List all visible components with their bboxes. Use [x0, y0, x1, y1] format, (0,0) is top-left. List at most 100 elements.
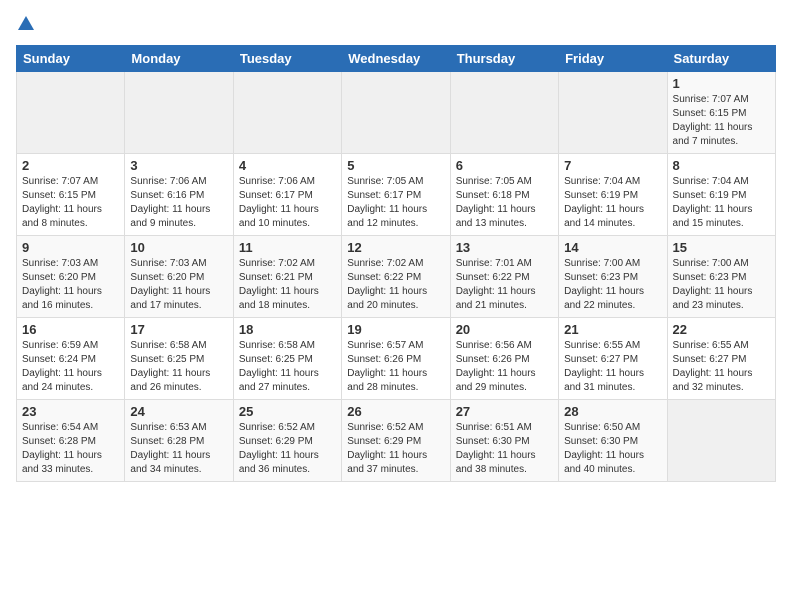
- calendar-cell: 8 Sunrise: 7:04 AM Sunset: 6:19 PM Daylig…: [667, 154, 775, 236]
- calendar-cell: [233, 72, 341, 154]
- day-number: 28: [564, 404, 661, 419]
- day-number: 13: [456, 240, 553, 255]
- calendar-cell: 6Sunrise: 7:05 AM Sunset: 6:18 PM Daylig…: [450, 154, 558, 236]
- day-info: Sunrise: 7:04 AM Sunset: 6:19 PM Dayligh…: [673, 175, 770, 231]
- day-number: 24: [130, 404, 227, 419]
- day-number: 3: [130, 158, 227, 173]
- day-info: Sunrise: 6:55 AM Sunset: 6:27 PM Dayligh…: [673, 339, 770, 395]
- day-number: 11: [239, 240, 336, 255]
- day-number: 6: [456, 158, 553, 173]
- calendar-cell: 13 Sunrise: 7:01 AM Sunset: 6:22 PM Dayli…: [450, 236, 558, 318]
- day-info: Sunrise: 6:56 AM Sunset: 6:26 PM Dayligh…: [456, 339, 553, 395]
- weekday-header-thursday: Thursday: [450, 46, 558, 72]
- weekday-header-sunday: Sunday: [17, 46, 125, 72]
- day-number: 1: [673, 76, 770, 91]
- calendar-week-row: 2 Sunrise: 7:07 AM Sunset: 6:15 PM Daylig…: [17, 154, 776, 236]
- day-info: Sunrise: 7:00 AM Sunset: 6:23 PM Dayligh…: [564, 257, 661, 313]
- day-number: 16: [22, 322, 119, 337]
- day-number: 14: [564, 240, 661, 255]
- day-info: Sunrise: 7:06 AM Sunset: 6:17 PM Dayligh…: [239, 175, 336, 231]
- calendar-table: SundayMondayTuesdayWednesdayThursdayFrid…: [16, 45, 776, 482]
- calendar-cell: 21 Sunrise: 6:55 AM Sunset: 6:27 PM Dayli…: [559, 318, 667, 400]
- weekday-header-monday: Monday: [125, 46, 233, 72]
- day-number: 27: [456, 404, 553, 419]
- calendar-cell: 28 Sunrise: 6:50 AM Sunset: 6:30 PM Dayli…: [559, 400, 667, 482]
- day-info: Sunrise: 7:03 AM Sunset: 6:20 PM Dayligh…: [22, 257, 119, 313]
- day-info: Sunrise: 7:00 AM Sunset: 6:23 PM Dayligh…: [673, 257, 770, 313]
- day-info: Sunrise: 7:03 AM Sunset: 6:20 PM Dayligh…: [130, 257, 227, 313]
- calendar-cell: 20 Sunrise: 6:56 AM Sunset: 6:26 PM Dayli…: [450, 318, 558, 400]
- calendar-cell: 11 Sunrise: 7:02 AM Sunset: 6:21 PM Dayli…: [233, 236, 341, 318]
- calendar-cell: 14 Sunrise: 7:00 AM Sunset: 6:23 PM Dayli…: [559, 236, 667, 318]
- day-info: Sunrise: 6:52 AM Sunset: 6:29 PM Dayligh…: [347, 421, 444, 477]
- calendar-cell: 10 Sunrise: 7:03 AM Sunset: 6:20 PM Dayli…: [125, 236, 233, 318]
- day-info: Sunrise: 7:05 AM Sunset: 6:17 PM Dayligh…: [347, 175, 444, 231]
- calendar-cell: 2 Sunrise: 7:07 AM Sunset: 6:15 PM Daylig…: [17, 154, 125, 236]
- day-number: 9: [22, 240, 119, 255]
- day-number: 15: [673, 240, 770, 255]
- calendar-cell: 7 Sunrise: 7:04 AM Sunset: 6:19 PM Daylig…: [559, 154, 667, 236]
- calendar-week-row: 23 Sunrise: 6:54 AM Sunset: 6:28 PM Dayli…: [17, 400, 776, 482]
- day-info: Sunrise: 7:02 AM Sunset: 6:21 PM Dayligh…: [239, 257, 336, 313]
- day-info: Sunrise: 6:59 AM Sunset: 6:24 PM Dayligh…: [22, 339, 119, 395]
- calendar-cell: 17 Sunrise: 6:58 AM Sunset: 6:25 PM Dayli…: [125, 318, 233, 400]
- calendar-cell: 3 Sunrise: 7:06 AM Sunset: 6:16 PM Daylig…: [125, 154, 233, 236]
- calendar-week-row: 1 Sunrise: 7:07 AM Sunset: 6:15 PM Daylig…: [17, 72, 776, 154]
- weekday-header-friday: Friday: [559, 46, 667, 72]
- calendar-cell: 25 Sunrise: 6:52 AM Sunset: 6:29 PM Dayli…: [233, 400, 341, 482]
- weekday-header-wednesday: Wednesday: [342, 46, 450, 72]
- page-header: [16, 16, 776, 33]
- day-info: Sunrise: 6:58 AM Sunset: 6:25 PM Dayligh…: [130, 339, 227, 395]
- calendar-cell: 27Sunrise: 6:51 AM Sunset: 6:30 PM Dayli…: [450, 400, 558, 482]
- calendar-cell: [559, 72, 667, 154]
- calendar-cell: 19 Sunrise: 6:57 AM Sunset: 6:26 PM Dayli…: [342, 318, 450, 400]
- calendar-cell: 24 Sunrise: 6:53 AM Sunset: 6:28 PM Dayli…: [125, 400, 233, 482]
- day-number: 23: [22, 404, 119, 419]
- day-number: 26: [347, 404, 444, 419]
- calendar-cell: 22 Sunrise: 6:55 AM Sunset: 6:27 PM Dayli…: [667, 318, 775, 400]
- day-info: Sunrise: 6:54 AM Sunset: 6:28 PM Dayligh…: [22, 421, 119, 477]
- day-number: 19: [347, 322, 444, 337]
- day-number: 5: [347, 158, 444, 173]
- day-info: Sunrise: 7:07 AM Sunset: 6:15 PM Dayligh…: [673, 93, 770, 149]
- calendar-cell: 5 Sunrise: 7:05 AM Sunset: 6:17 PM Daylig…: [342, 154, 450, 236]
- day-number: 17: [130, 322, 227, 337]
- calendar-cell: 12 Sunrise: 7:02 AM Sunset: 6:22 PM Dayli…: [342, 236, 450, 318]
- day-number: 7: [564, 158, 661, 173]
- calendar-week-row: 9 Sunrise: 7:03 AM Sunset: 6:20 PM Daylig…: [17, 236, 776, 318]
- calendar-cell: [342, 72, 450, 154]
- calendar-cell: 4 Sunrise: 7:06 AM Sunset: 6:17 PM Daylig…: [233, 154, 341, 236]
- day-number: 8: [673, 158, 770, 173]
- calendar-cell: [667, 400, 775, 482]
- day-number: 2: [22, 158, 119, 173]
- weekday-header-tuesday: Tuesday: [233, 46, 341, 72]
- calendar-header-row: SundayMondayTuesdayWednesdayThursdayFrid…: [17, 46, 776, 72]
- calendar-cell: [450, 72, 558, 154]
- calendar-cell: 9 Sunrise: 7:03 AM Sunset: 6:20 PM Daylig…: [17, 236, 125, 318]
- day-info: Sunrise: 6:50 AM Sunset: 6:30 PM Dayligh…: [564, 421, 661, 477]
- weekday-header-saturday: Saturday: [667, 46, 775, 72]
- calendar-week-row: 16 Sunrise: 6:59 AM Sunset: 6:24 PM Dayli…: [17, 318, 776, 400]
- day-info: Sunrise: 7:01 AM Sunset: 6:22 PM Dayligh…: [456, 257, 553, 313]
- day-info: Sunrise: 7:07 AM Sunset: 6:15 PM Dayligh…: [22, 175, 119, 231]
- day-number: 22: [673, 322, 770, 337]
- day-number: 10: [130, 240, 227, 255]
- calendar-cell: 23 Sunrise: 6:54 AM Sunset: 6:28 PM Dayli…: [17, 400, 125, 482]
- day-info: Sunrise: 6:52 AM Sunset: 6:29 PM Dayligh…: [239, 421, 336, 477]
- day-info: Sunrise: 7:02 AM Sunset: 6:22 PM Dayligh…: [347, 257, 444, 313]
- day-number: 20: [456, 322, 553, 337]
- calendar-cell: 16 Sunrise: 6:59 AM Sunset: 6:24 PM Dayli…: [17, 318, 125, 400]
- day-info: Sunrise: 6:57 AM Sunset: 6:26 PM Dayligh…: [347, 339, 444, 395]
- day-number: 18: [239, 322, 336, 337]
- day-info: Sunrise: 7:06 AM Sunset: 6:16 PM Dayligh…: [130, 175, 227, 231]
- day-number: 4: [239, 158, 336, 173]
- day-number: 12: [347, 240, 444, 255]
- day-number: 25: [239, 404, 336, 419]
- calendar-cell: 26 Sunrise: 6:52 AM Sunset: 6:29 PM Dayli…: [342, 400, 450, 482]
- day-info: Sunrise: 6:53 AM Sunset: 6:28 PM Dayligh…: [130, 421, 227, 477]
- day-info: Sunrise: 7:04 AM Sunset: 6:19 PM Dayligh…: [564, 175, 661, 231]
- day-number: 21: [564, 322, 661, 337]
- calendar-cell: [17, 72, 125, 154]
- calendar-cell: 1 Sunrise: 7:07 AM Sunset: 6:15 PM Daylig…: [667, 72, 775, 154]
- day-info: Sunrise: 6:55 AM Sunset: 6:27 PM Dayligh…: [564, 339, 661, 395]
